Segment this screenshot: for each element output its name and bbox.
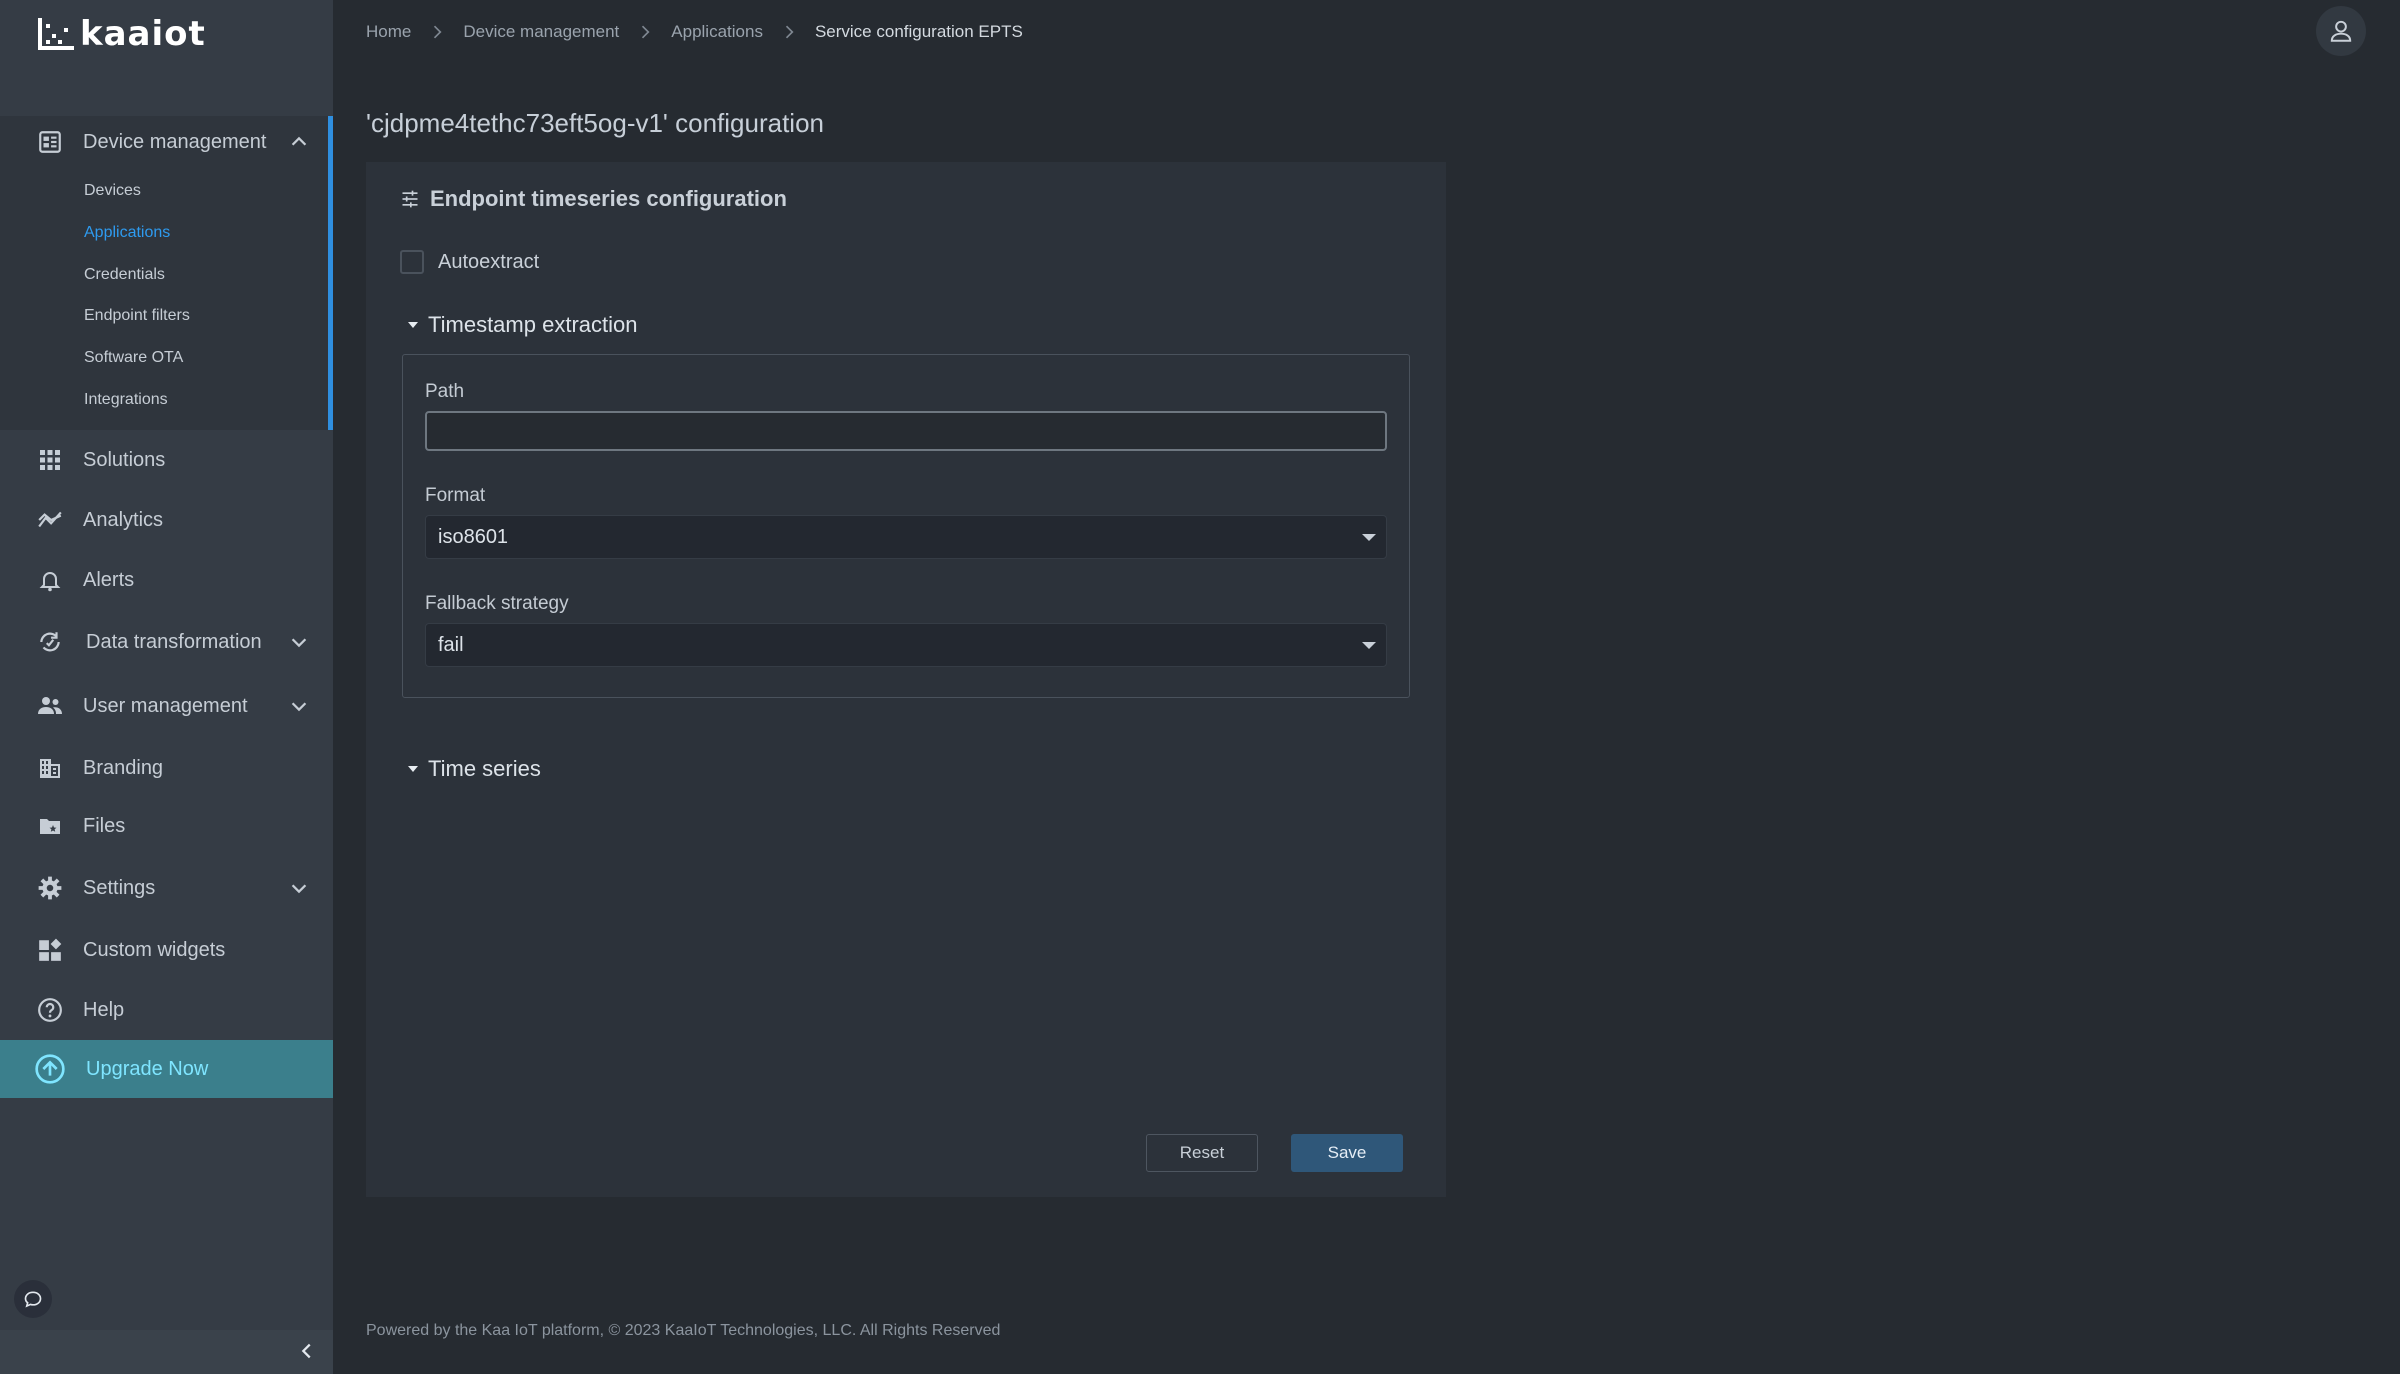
chevron-right-icon bbox=[642, 25, 650, 39]
reset-button[interactable]: Reset bbox=[1146, 1134, 1258, 1172]
grid-icon bbox=[36, 446, 64, 474]
sidebar-item-label: Device management bbox=[83, 130, 267, 153]
timestamp-extraction-label: Timestamp extraction bbox=[428, 312, 638, 337]
chevron-right-icon bbox=[434, 25, 442, 39]
path-label: Path bbox=[425, 381, 465, 402]
logo-mark-icon bbox=[38, 18, 74, 50]
chevron-down-icon bbox=[291, 638, 307, 648]
sidebar-item-label: Settings bbox=[83, 876, 156, 899]
sidebar-item-settings[interactable]: Settings bbox=[0, 862, 333, 914]
autoextract-checkbox-box[interactable] bbox=[400, 250, 424, 274]
user-avatar-button[interactable] bbox=[2316, 6, 2366, 56]
sidebar-item-help[interactable]: Help bbox=[0, 984, 333, 1036]
configuration-card: Endpoint timeseries configuration Autoex… bbox=[366, 162, 1446, 1197]
sidebar-item-solutions[interactable]: Solutions bbox=[0, 434, 333, 486]
breadcrumb-current: Service configuration EPTS bbox=[814, 22, 1023, 41]
sidebar-item-data-transformation[interactable]: Data transformation bbox=[0, 616, 333, 668]
time-series-label: Time series bbox=[428, 756, 541, 781]
chevron-down-icon bbox=[291, 884, 307, 894]
time-series-toggle[interactable]: Time series bbox=[406, 756, 541, 782]
breadcrumb-home[interactable]: Home bbox=[366, 22, 411, 42]
logo-text: kaaiot bbox=[80, 14, 206, 54]
save-button[interactable]: Save bbox=[1291, 1134, 1403, 1172]
upgrade-arrow-icon bbox=[35, 1054, 65, 1084]
sidebar-item-label: Files bbox=[83, 814, 126, 837]
sidebar-item-custom-widgets[interactable]: Custom widgets bbox=[0, 924, 333, 976]
device-management-icon bbox=[36, 128, 64, 156]
bell-icon bbox=[36, 566, 64, 594]
collapse-sidebar-icon[interactable] bbox=[296, 1340, 318, 1362]
device-management-group: Device management Devices Applications C… bbox=[0, 116, 333, 430]
dropdown-caret-icon bbox=[1362, 642, 1376, 649]
sidebar-subitem-applications[interactable]: Applications bbox=[84, 224, 170, 242]
sidebar-item-label: Analytics bbox=[83, 508, 164, 531]
timestamp-extraction-toggle[interactable]: Timestamp extraction bbox=[406, 312, 637, 338]
dropdown-caret-icon bbox=[1362, 534, 1376, 541]
chat-button[interactable] bbox=[14, 1280, 52, 1318]
sidebar-item-label: Alerts bbox=[83, 568, 135, 591]
kaaiot-logo[interactable]: kaaiot bbox=[36, 14, 206, 54]
sidebar-subitem-software-ota[interactable]: Software OTA bbox=[84, 349, 183, 367]
sidebar-subitem-credentials[interactable]: Credentials bbox=[84, 266, 165, 284]
timestamp-extraction-panel: Path Format iso8601 Fallback strategy fa… bbox=[402, 354, 1410, 698]
autoextract-label: Autoextract bbox=[438, 250, 540, 273]
chevron-up-icon bbox=[291, 136, 307, 146]
sidebar-item-label: Branding bbox=[83, 756, 164, 779]
format-label: Format bbox=[425, 485, 486, 506]
page-title: 'cjdpme4tethc73eft5og-v1' configuration bbox=[366, 108, 824, 138]
format-select-value: iso8601 bbox=[438, 525, 509, 548]
chevron-down-icon bbox=[291, 702, 307, 712]
card-title: Endpoint timeseries configuration bbox=[400, 186, 787, 212]
widgets-icon bbox=[36, 936, 64, 964]
card-title-text: Endpoint timeseries configuration bbox=[430, 186, 787, 211]
sidebar-item-label: Help bbox=[83, 998, 125, 1021]
chat-bubble-icon bbox=[24, 1291, 42, 1308]
sidebar-item-analytics[interactable]: Analytics bbox=[0, 494, 333, 546]
sidebar-subitem-integrations[interactable]: Integrations bbox=[84, 391, 168, 409]
sidebar-item-alerts[interactable]: Alerts bbox=[0, 554, 333, 606]
upgrade-now-label: Upgrade Now bbox=[86, 1057, 209, 1080]
fallback-strategy-label: Fallback strategy bbox=[425, 593, 569, 614]
sidebar-subitem-endpoint-filters[interactable]: Endpoint filters bbox=[84, 307, 190, 325]
footer-copyright: Powered by the Kaa IoT platform, © 2023 … bbox=[366, 1322, 1001, 1339]
building-icon bbox=[36, 754, 64, 782]
sidebar-item-label: Custom widgets bbox=[83, 938, 226, 961]
analytics-icon bbox=[36, 506, 64, 534]
gear-icon bbox=[36, 874, 64, 902]
sidebar-item-user-management[interactable]: User management bbox=[0, 680, 333, 732]
chevron-right-icon bbox=[785, 25, 794, 39]
sidebar-item-label: Solutions bbox=[83, 448, 166, 471]
sidebar-item-label: Data transformation bbox=[86, 630, 262, 653]
sidebar-subitem-devices[interactable]: Devices bbox=[84, 182, 141, 200]
help-icon bbox=[36, 996, 64, 1024]
format-select[interactable]: iso8601 bbox=[425, 515, 1387, 559]
sidebar-footer bbox=[0, 1330, 333, 1374]
data-transform-icon bbox=[36, 628, 64, 656]
fallback-strategy-value: fail bbox=[438, 633, 464, 656]
caret-down-icon bbox=[408, 766, 418, 772]
sidebar-item-branding[interactable]: Branding bbox=[0, 742, 333, 794]
users-icon bbox=[36, 692, 64, 720]
path-input[interactable] bbox=[425, 411, 1387, 451]
tune-icon bbox=[402, 190, 418, 208]
breadcrumb-device-management[interactable]: Device management bbox=[463, 22, 619, 42]
breadcrumb: Home Device management Applications Serv… bbox=[366, 20, 1023, 44]
caret-down-icon bbox=[408, 322, 418, 328]
autoextract-checkbox[interactable]: Autoextract bbox=[400, 250, 539, 274]
upgrade-now-button[interactable]: Upgrade Now bbox=[0, 1040, 333, 1098]
fallback-strategy-select[interactable]: fail bbox=[425, 623, 1387, 667]
breadcrumb-applications[interactable]: Applications bbox=[671, 22, 763, 42]
folder-icon bbox=[36, 812, 64, 840]
sidebar-item-files[interactable]: Files bbox=[0, 800, 333, 852]
sidebar: kaaiot Device management Devices Applica… bbox=[0, 0, 333, 1374]
sidebar-item-label: User management bbox=[83, 694, 248, 717]
sidebar-item-device-management[interactable]: Device management bbox=[0, 116, 333, 168]
user-icon bbox=[2330, 20, 2352, 42]
